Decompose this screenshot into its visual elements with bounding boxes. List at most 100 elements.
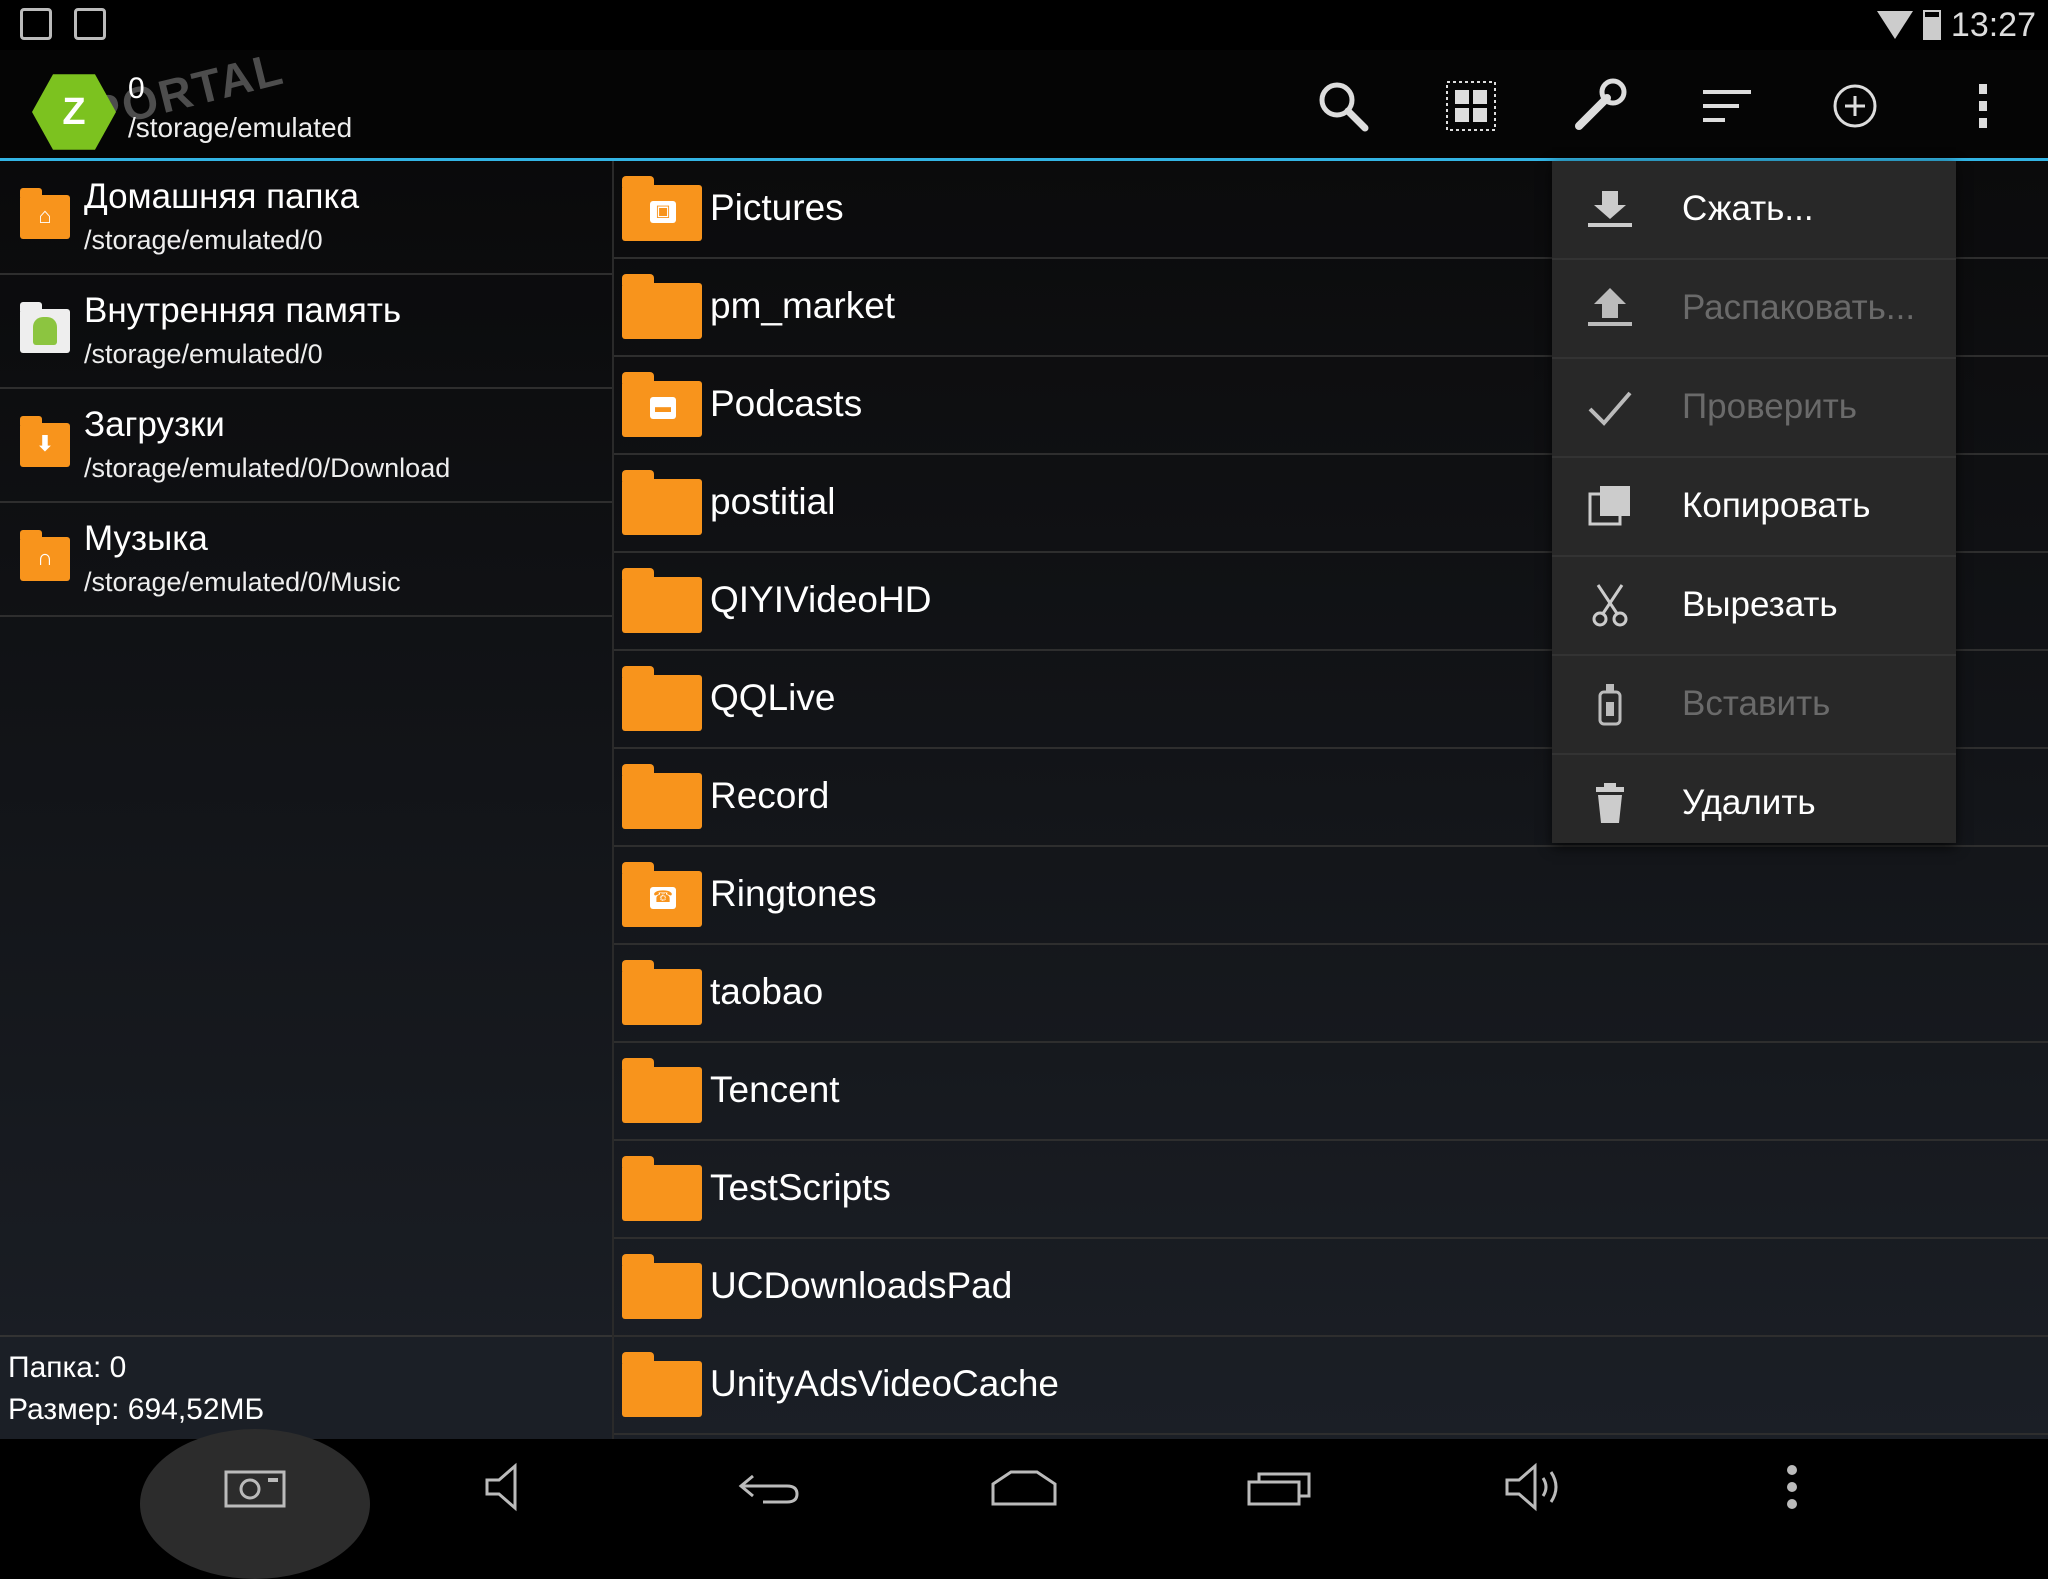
download-folder-icon: ⬇	[20, 416, 70, 467]
tools-button[interactable]	[1554, 70, 1644, 142]
nav-menu-button[interactable]	[1752, 1457, 1832, 1517]
check-icon	[1588, 391, 1632, 426]
folder-icon: ▬	[622, 372, 702, 437]
file-name: UCDownloadsPad	[710, 1265, 1013, 1306]
compress-icon	[1588, 191, 1632, 227]
add-button[interactable]	[1810, 70, 1900, 142]
home-folder-icon: ⌂	[20, 188, 70, 239]
menu-item-delete[interactable]: Удалить	[1552, 755, 1956, 852]
bookmark-path: /storage/emulated/0/Music	[84, 567, 401, 597]
file-name: QIYIVideoHD	[710, 579, 932, 620]
volume-up-button[interactable]	[1496, 1457, 1576, 1517]
file-name: QQLive	[710, 677, 836, 718]
paste-icon	[1598, 684, 1622, 726]
copy-icon	[1588, 486, 1630, 526]
folder-icon	[622, 1352, 702, 1417]
folder-count-label: Папка: 0	[8, 1351, 127, 1384]
wifi-icon	[1876, 11, 1913, 39]
volume-down-button[interactable]	[472, 1457, 552, 1517]
recent-apps-icon	[1247, 1472, 1311, 1506]
volume-down-icon	[485, 1462, 517, 1512]
file-row[interactable]: UCDownloadsPad	[614, 1239, 2048, 1337]
file-name: Tencent	[710, 1069, 840, 1110]
folder-icon	[622, 666, 702, 731]
menu-item-label: Копировать	[1682, 486, 1871, 525]
menu-item-label: Проверить	[1682, 387, 1858, 426]
folder-count: 0	[128, 72, 145, 105]
volume-up-icon	[1505, 1462, 1558, 1512]
bookmark-path: /storage/emulated/0	[84, 339, 323, 369]
android-storage-icon	[20, 302, 70, 353]
menu-item-copy[interactable]: Копировать	[1552, 458, 1956, 557]
menu-item-cut[interactable]: Вырезать	[1552, 557, 1956, 656]
file-name: TestScripts	[710, 1167, 891, 1208]
folder-size-label: Размер: 694,52МБ	[8, 1393, 265, 1426]
folder-icon	[622, 764, 702, 829]
file-name: Ringtones	[710, 873, 877, 914]
select-grid-button[interactable]	[1426, 70, 1516, 142]
delete-icon	[1596, 783, 1624, 823]
menu-item-label: Вставить	[1682, 684, 1831, 723]
action-bar: PORTAL Z 0 /storage/emulated	[0, 42, 2048, 188]
screenshot-button[interactable]	[215, 1457, 295, 1517]
folder-icon	[622, 568, 702, 633]
tools-icon	[1575, 78, 1627, 130]
folder-badge: ▣	[650, 201, 676, 223]
bookmark-downloads[interactable]: ⬇ Загрузки /storage/emulated/0/Download	[0, 389, 612, 503]
gallery-notification-icon	[20, 8, 52, 40]
file-name: taobao	[710, 971, 824, 1012]
folder-icon	[622, 1156, 702, 1221]
menu-item-paste[interactable]: Вставить	[1552, 656, 1956, 755]
file-row[interactable]: ☎ Ringtones	[614, 847, 2048, 945]
navigation-bar	[0, 1429, 2048, 1579]
file-name: postitial	[710, 481, 836, 522]
recent-apps-button[interactable]	[1240, 1457, 1320, 1517]
file-name: Record	[710, 775, 830, 816]
bookmark-music[interactable]: ∩ Музыка /storage/emulated/0/Music	[0, 503, 612, 617]
overflow-menu-button[interactable]	[1938, 70, 2028, 142]
folder-icon: ☎	[622, 862, 702, 927]
bookmark-path: /storage/emulated/0/Download	[84, 453, 451, 483]
folder-icon	[622, 470, 702, 535]
file-row[interactable]: Tencent	[614, 1043, 2048, 1141]
bookmark-internal-storage[interactable]: Внутренняя память /storage/emulated/0	[0, 275, 612, 389]
file-name: UnityAdsVideoCache	[710, 1363, 1059, 1404]
menu-item-label: Вырезать	[1682, 585, 1838, 624]
current-path[interactable]: /storage/emulated	[128, 112, 352, 144]
menu-item-extract[interactable]: Распаковать...	[1552, 260, 1956, 359]
file-row[interactable]: TestScripts	[614, 1141, 2048, 1239]
status-bar: 13:27	[0, 0, 2048, 50]
file-row[interactable]: taobao	[614, 945, 2048, 1043]
sort-button[interactable]	[1682, 70, 1772, 142]
clock: 13:27	[1950, 5, 2036, 44]
back-button[interactable]	[728, 1457, 808, 1517]
overflow-menu-icon	[1979, 84, 1987, 128]
app-logo-icon: Z	[32, 74, 116, 150]
extract-icon	[1588, 288, 1632, 326]
menu-item-compress[interactable]: Сжать...	[1552, 161, 1956, 260]
back-icon	[738, 1474, 799, 1504]
search-icon	[1319, 82, 1369, 132]
bookmark-title: Загрузки	[84, 405, 225, 444]
home-button[interactable]	[984, 1457, 1064, 1517]
file-row[interactable]: UnityAdsVideoCache	[614, 1337, 2048, 1435]
menu-item-verify[interactable]: Проверить	[1552, 359, 1956, 458]
bookmark-home[interactable]: ⌂ Домашняя папка /storage/emulated/0	[0, 161, 612, 275]
folder-icon	[622, 1254, 702, 1319]
cut-icon	[1592, 584, 1628, 627]
file-name: Pictures	[710, 187, 844, 228]
menu-item-label: Сжать...	[1682, 189, 1814, 228]
bookmark-path: /storage/emulated/0	[84, 225, 323, 255]
music-folder-icon: ∩	[20, 530, 70, 581]
bookmark-title: Внутренняя память	[84, 291, 402, 330]
search-button[interactable]	[1298, 70, 1388, 142]
menu-item-label: Распаковать...	[1682, 288, 1916, 327]
battery-icon	[1922, 10, 1941, 40]
tools-dropdown-menu: Сжать... Распаковать... Проверить Копиро…	[1552, 161, 1956, 843]
select-grid-icon	[1446, 81, 1496, 131]
file-name: pm_market	[710, 285, 896, 326]
sort-icon	[1703, 90, 1751, 122]
folder-icon	[622, 274, 702, 339]
bookmark-title: Музыка	[84, 519, 208, 558]
file-name: Podcasts	[710, 383, 863, 424]
